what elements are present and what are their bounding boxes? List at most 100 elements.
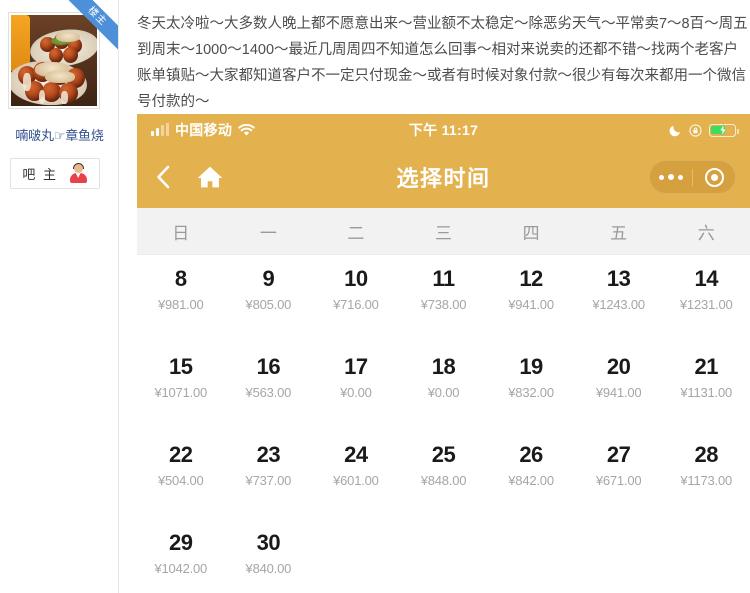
calendar-day-amount: ¥0.00 bbox=[427, 385, 460, 400]
weekday-label-2: 二 bbox=[347, 223, 365, 243]
calendar-day-number: 17 bbox=[344, 354, 368, 379]
takoyaki-photo bbox=[11, 15, 97, 106]
calendar-day-cell[interactable]: 29 ¥1042.00 bbox=[137, 519, 225, 593]
calendar-day-number: 23 bbox=[256, 442, 281, 467]
calendar-day-number: 24 bbox=[344, 442, 368, 467]
author-avatar-thumbnail[interactable] bbox=[8, 12, 100, 109]
calendar-day-number: 25 bbox=[431, 442, 456, 467]
post-body-text: 冬天太冷啦～大多数人晚上都不愿意出来～营业额不太稳定～除恶劣天气～平常卖7～8百… bbox=[137, 16, 748, 110]
calendar-day-cell[interactable]: 8 ¥981.00 bbox=[137, 255, 225, 343]
author-sidebar: 楼主 喃啵丸☞章鱼烧 吧 主 bbox=[0, 0, 119, 593]
target-circle-icon[interactable] bbox=[693, 167, 735, 187]
calendar-day-cell[interactable]: 11 ¥738.00 bbox=[400, 255, 488, 343]
calendar-day-number: 11 bbox=[432, 266, 455, 291]
calendar-day-amount: ¥1231.00 bbox=[679, 297, 733, 312]
calendar-day-cell[interactable]: 21 ¥1131.00 bbox=[662, 343, 750, 431]
calendar-day-number: 22 bbox=[169, 442, 193, 467]
calendar-day-amount: ¥601.00 bbox=[333, 473, 379, 488]
carrier-label: 中国移动 bbox=[175, 122, 233, 138]
calendar-day-number: 20 bbox=[606, 354, 631, 379]
calendar-day-number: 8 bbox=[174, 266, 187, 291]
weekday-label-6: 六 bbox=[697, 223, 715, 243]
calendar-day-number: 28 bbox=[694, 442, 718, 467]
calendar-day-number: 12 bbox=[519, 266, 543, 291]
status-bar-left: 中国移动 bbox=[151, 120, 255, 140]
calendar-grid: 8 ¥981.00 9 ¥805.00 10 ¥716.00 11 ¥738.00 12 ¥941… bbox=[137, 255, 750, 593]
calendar-day-amount: ¥738.00 bbox=[420, 297, 467, 312]
calendar-day-amount: ¥563.00 bbox=[245, 385, 292, 400]
calendar-day-amount: ¥716.00 bbox=[333, 297, 379, 312]
calendar-day-amount: ¥671.00 bbox=[595, 473, 642, 488]
calendar-day-cell[interactable]: 12 ¥941.00 bbox=[487, 255, 575, 343]
calendar-day-cell[interactable]: 14 ¥1231.00 bbox=[662, 255, 750, 343]
calendar-day-number: 9 bbox=[262, 266, 275, 291]
calendar-day-number: 13 bbox=[606, 266, 631, 291]
moon-icon bbox=[669, 124, 682, 137]
weekday-label-3: 三 bbox=[434, 223, 452, 243]
moderator-avatar-icon bbox=[69, 163, 88, 183]
calendar-day-number: 26 bbox=[519, 442, 543, 467]
calendar-day-cell[interactable]: 18 ¥0.00 bbox=[400, 343, 488, 431]
calendar-day-number: 14 bbox=[694, 266, 718, 291]
calendar-day-cell[interactable]: 30 ¥840.00 bbox=[225, 519, 313, 593]
calendar-day-amount: ¥1243.00 bbox=[592, 297, 645, 312]
calendar-day-cell[interactable]: 26 ¥842.00 bbox=[487, 431, 575, 519]
calendar-day-cell[interactable]: 27 ¥671.00 bbox=[575, 431, 663, 519]
calendar-day-amount: ¥842.00 bbox=[508, 473, 554, 488]
calendar-day-number: 18 bbox=[431, 354, 456, 379]
calendar-day-amount: ¥1173.00 bbox=[680, 473, 733, 488]
calendar-day-cell[interactable]: 19 ¥832.00 bbox=[487, 343, 575, 431]
signal-bars-icon bbox=[151, 123, 169, 136]
calendar-day-cell[interactable]: 24 ¥601.00 bbox=[312, 431, 400, 519]
phone-status-bar: 中国移动 下午 11:17 bbox=[137, 114, 750, 146]
home-icon[interactable] bbox=[193, 160, 227, 194]
calendar-day-cell[interactable]: 17 ¥0.00 bbox=[312, 343, 400, 431]
calendar-day-cell[interactable]: 25 ¥848.00 bbox=[400, 431, 488, 519]
chevron-left-icon[interactable] bbox=[151, 162, 177, 192]
moderator-badge-label: 吧 主 bbox=[22, 167, 58, 182]
calendar-day-number: 30 bbox=[256, 530, 281, 555]
embedded-phone-screenshot: 中国移动 下午 11:17 选择时间 日 一 二 三 四 五 六 8 ¥981.… bbox=[137, 114, 750, 593]
calendar-day-amount: ¥1071.00 bbox=[154, 385, 208, 400]
calendar-day-amount: ¥941.00 bbox=[595, 385, 642, 400]
calendar-day-cell[interactable]: 22 ¥504.00 bbox=[137, 431, 225, 519]
ellipsis-icon[interactable] bbox=[650, 173, 692, 181]
calendar-day-cell[interactable]: 16 ¥563.00 bbox=[225, 343, 313, 431]
calendar-day-amount: ¥981.00 bbox=[157, 297, 204, 312]
battery-charging-icon bbox=[709, 123, 739, 137]
wechat-capsule-menu bbox=[649, 160, 736, 194]
author-name-link[interactable]: 喃啵丸☞章鱼烧 bbox=[0, 125, 118, 144]
calendar-day-cell[interactable]: 15 ¥1071.00 bbox=[137, 343, 225, 431]
calendar-day-number: 15 bbox=[169, 354, 193, 379]
calendar-day-number: 19 bbox=[519, 354, 543, 379]
calendar-day-cell[interactable]: 23 ¥737.00 bbox=[225, 431, 313, 519]
calendar-day-amount: ¥832.00 bbox=[508, 385, 554, 400]
calendar-weekday-header: 日一二三四五六 bbox=[137, 208, 750, 255]
rotation-lock-icon bbox=[689, 123, 702, 137]
calendar-day-amount: ¥941.00 bbox=[508, 297, 554, 312]
calendar-day-amount: ¥504.00 bbox=[157, 473, 204, 488]
calendar-day-number: 21 bbox=[694, 354, 718, 379]
weekday-label-4: 四 bbox=[522, 223, 540, 243]
calendar-day-number: 29 bbox=[169, 530, 193, 555]
calendar-day-cell[interactable]: 10 ¥716.00 bbox=[312, 255, 400, 343]
calendar-day-cell[interactable]: 20 ¥941.00 bbox=[575, 343, 663, 431]
weekday-label-1: 一 bbox=[259, 223, 277, 243]
calendar-day-amount: ¥737.00 bbox=[245, 473, 292, 488]
calendar-day-cell[interactable]: 9 ¥805.00 bbox=[225, 255, 313, 343]
phone-nav-bar: 选择时间 bbox=[137, 146, 750, 208]
calendar-day-cell[interactable]: 13 ¥1243.00 bbox=[575, 255, 663, 343]
calendar-day-number: 27 bbox=[606, 442, 631, 467]
page-root: 楼主 喃啵丸☞章鱼烧 吧 主 冬天太冷啦～大多数人晚上都不愿意出来～营业额不太稳… bbox=[0, 0, 750, 593]
calendar-day-cell[interactable]: 28 ¥1173.00 bbox=[662, 431, 750, 519]
calendar-day-amount: ¥840.00 bbox=[245, 561, 292, 576]
calendar-day-amount: ¥1131.00 bbox=[680, 385, 733, 400]
post-content: 冬天太冷啦～大多数人晚上都不愿意出来～营业额不太稳定～除恶劣天气～平常卖7～8百… bbox=[130, 0, 750, 593]
calendar-day-amount: ¥805.00 bbox=[245, 297, 292, 312]
calendar-day-amount: ¥1042.00 bbox=[154, 561, 208, 576]
weekday-label-5: 五 bbox=[610, 223, 628, 243]
weekday-label-0: 日 bbox=[172, 223, 190, 243]
calendar-day-number: 16 bbox=[256, 354, 281, 379]
moderator-badge[interactable]: 吧 主 bbox=[10, 158, 100, 189]
calendar-day-amount: ¥848.00 bbox=[420, 473, 467, 488]
